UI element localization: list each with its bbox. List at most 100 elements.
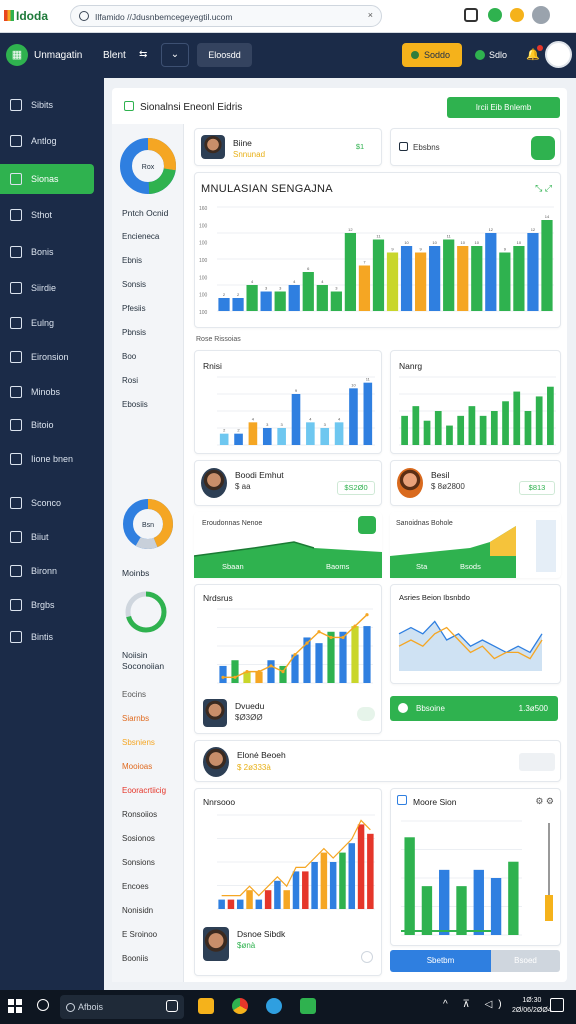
leftcol-item[interactable]: Pbnsis (122, 328, 146, 337)
leftcol-item[interactable]: Ronsoiios (122, 810, 157, 819)
bar (367, 833, 374, 909)
sidebar-item[interactable]: Siirdie (0, 273, 104, 303)
folder-icon (10, 351, 22, 363)
folder-icon[interactable] (198, 998, 214, 1014)
bar (236, 899, 244, 909)
left-column: Rox Pntch Ocnid Encieneca Ebnis Sonsis Pfes… (112, 124, 184, 982)
users-icon (10, 565, 22, 577)
task-view-icon[interactable] (166, 1000, 178, 1012)
clock[interactable]: 1Ø:30 2Ø/06/2ØØ4 (512, 996, 552, 1016)
leftcol-item[interactable]: Mooioas (122, 762, 152, 771)
app-logo[interactable]: Idoda (4, 9, 48, 23)
sidebar-item[interactable]: Iione bnen (0, 444, 104, 474)
chevron-down-icon[interactable]: ⌄ (161, 43, 189, 67)
user-avatar[interactable] (545, 41, 572, 68)
bar (334, 422, 344, 445)
leftcol-item[interactable]: Sosionos (122, 834, 155, 843)
leftcol-item[interactable]: Eocins (122, 690, 146, 699)
bar-chart-card-green: Nanrg (390, 350, 561, 454)
leftcol-item[interactable]: Encoes (122, 882, 149, 891)
sidebar-item[interactable]: Sibits (0, 90, 104, 120)
user-card-5[interactable]: Elonė Beoeh $ 2ø333à (194, 740, 561, 782)
data-label: 10 (517, 240, 522, 245)
bar (404, 837, 415, 935)
user-card-2[interactable]: Boodi Emhut $ aa $S2Ø0 (194, 460, 382, 506)
expand-icon[interactable]: ⤡ ⤢ (535, 183, 552, 194)
leftcol-item[interactable]: E Sroinoo (122, 930, 157, 939)
leftcol-item[interactable]: Pfesiis (122, 304, 146, 313)
leftcol-item[interactable]: Encieneca (122, 232, 159, 241)
search-icon[interactable] (37, 999, 49, 1011)
sidebar-item[interactable]: Eironsion (0, 342, 104, 372)
sidebar-item[interactable]: Sconco (0, 488, 104, 518)
data-label: 11 (376, 234, 381, 239)
leftcol-item[interactable]: Siarnbs (122, 714, 149, 723)
sidebar-item[interactable]: Antlog (0, 126, 104, 156)
sidebar-item[interactable]: Sionas (0, 164, 94, 194)
leftcol-item[interactable]: Sonsis (122, 280, 146, 289)
check-button[interactable] (357, 707, 375, 721)
header-cta-button[interactable]: Soddo (402, 43, 462, 67)
avatar (203, 927, 229, 961)
close-icon[interactable]: × (368, 10, 373, 20)
notification-icon[interactable] (550, 998, 564, 1012)
search-card[interactable]: Ebsbns (390, 128, 561, 166)
leftcol-item[interactable]: Booniis (122, 954, 148, 963)
leftcol-heading-2: Moinbs (122, 568, 150, 578)
sidebar-item[interactable]: Biiut (0, 522, 104, 552)
bar (358, 265, 371, 311)
taskbar: Afbois ^ ⊼ ◁) 1Ø:30 2Ø/06/2ØØ4 (0, 990, 576, 1024)
radio-icon[interactable] (361, 951, 373, 963)
windows-start-icon[interactable] (8, 999, 22, 1013)
swap-icon[interactable]: ⇆ (139, 49, 147, 60)
leftcol-item[interactable]: Rosi (122, 376, 138, 385)
more-icon[interactable]: ⚙ ⚙ (535, 796, 554, 807)
bell-icon[interactable]: 🔔 (526, 45, 543, 61)
leftcol-item[interactable]: Nonisidn (122, 906, 153, 915)
sidebar-item[interactable]: Sthot (0, 200, 104, 230)
leftcol-item[interactable]: Sbsniens (122, 738, 155, 747)
status-icon[interactable] (488, 8, 502, 22)
leftcol-item[interactable]: Ebosiis (122, 400, 148, 409)
data-label: 4 (321, 279, 324, 284)
secondary-button[interactable]: Bsoed (491, 950, 560, 972)
logo-icon (4, 10, 14, 21)
leftcol-item[interactable]: Ebnis (122, 256, 142, 265)
calendar-icon[interactable] (464, 8, 478, 22)
leftcol-item[interactable]: Eooracrtiicig (122, 786, 166, 795)
system-tray[interactable]: ^ ⊼ ◁) (443, 999, 508, 1010)
refresh-button[interactable] (531, 136, 555, 160)
user-card[interactable]: Biine Snnunad $1 (194, 128, 382, 166)
summary-bar[interactable]: Bbsoine 1.3ø500 (390, 696, 558, 721)
edge-icon[interactable] (266, 998, 282, 1014)
grid-icon[interactable]: ▦ (6, 44, 28, 66)
sidebar-item[interactable]: Bintis (0, 622, 104, 652)
sidebar-item[interactable]: Bonis (0, 237, 104, 267)
header-item[interactable]: Blent (103, 50, 126, 61)
spreadsheet-icon[interactable] (300, 998, 316, 1014)
avatar[interactable] (532, 6, 550, 24)
sidebar-item[interactable]: Minobs (0, 377, 104, 407)
sidebar-item[interactable]: Eulng (0, 308, 104, 338)
address-bar[interactable]: Ilfamido //Jdusnbemcegeyegtil.ucom × (70, 5, 382, 27)
sidebar-item-label: Bitoio (31, 420, 54, 430)
sidebar-item[interactable]: Bitoio (0, 410, 104, 440)
header-select[interactable]: Eloosdd (197, 43, 252, 67)
sidebar-item[interactable]: Bironn (0, 556, 104, 586)
app-header: ▦ Unmagatin Blent ⇆ ⌄ Eloosdd Soddo Sdlo… (0, 33, 576, 78)
leftcol-item[interactable]: Boo (122, 352, 136, 361)
action-button[interactable] (519, 753, 555, 771)
data-label: 10 (404, 240, 409, 245)
user-card-3[interactable]: Besil $ 8ø2800 $813 (390, 460, 561, 506)
primary-button[interactable]: Sbetbm (390, 950, 491, 972)
panel-action-button[interactable]: Ircii Eib Bnlemb (447, 97, 560, 118)
sidebar-item[interactable]: Brgbs (0, 590, 104, 620)
sidebar-item-label: Minobs (31, 387, 61, 397)
leftcol-item[interactable]: Sonsions (122, 858, 155, 867)
bar (439, 869, 450, 935)
notification-icon[interactable] (510, 8, 524, 22)
bar (330, 291, 342, 311)
browser-icon[interactable] (232, 998, 248, 1014)
line-point (257, 670, 261, 674)
bar (302, 871, 309, 909)
